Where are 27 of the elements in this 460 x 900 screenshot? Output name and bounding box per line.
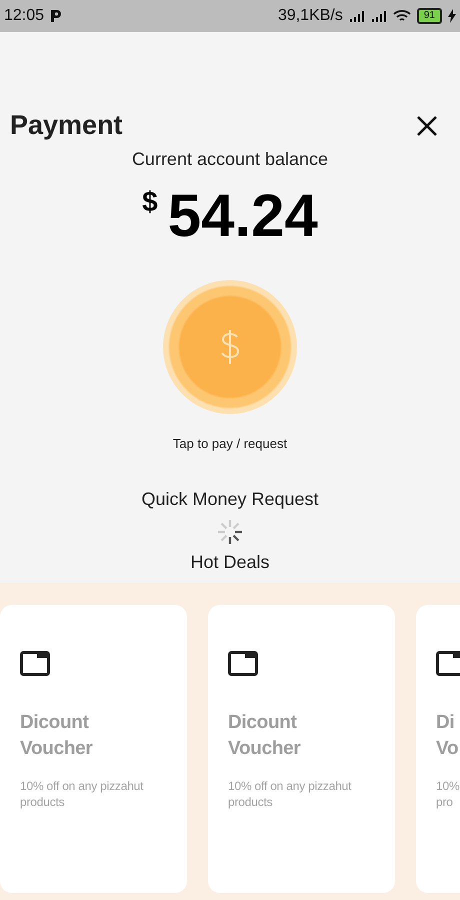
- deal-card[interactable]: Dicount Voucher 10% off on any pizzahut products: [208, 605, 395, 893]
- balance-label: Current account balance: [132, 149, 328, 170]
- deal-card[interactable]: Di Vo 10% pro: [416, 605, 460, 893]
- battery-level: 91: [416, 8, 442, 24]
- window-icon: [228, 651, 258, 676]
- currency-symbol: $: [142, 186, 158, 218]
- deal-card[interactable]: Dicount Voucher 10% off on any pizzahut products: [0, 605, 187, 893]
- wifi-icon: [392, 9, 411, 23]
- deal-title: Di Vo: [436, 711, 460, 761]
- deal-title: Dicount Voucher: [20, 711, 94, 761]
- charging-icon: [448, 9, 456, 23]
- signal-icon: [348, 10, 365, 22]
- section-title: Quick Money Request: [141, 489, 319, 510]
- pay-caption: Tap to pay / request: [172, 436, 288, 451]
- page-title: Payment: [10, 110, 123, 141]
- section-title: Hot Deals: [190, 552, 270, 573]
- window-icon: [20, 651, 50, 676]
- deal-title: Dicount Voucher: [228, 711, 302, 761]
- deal-description: 10% off on any pizzahut products: [228, 778, 352, 810]
- signal-icon: [370, 10, 387, 22]
- window-icon: [436, 651, 460, 676]
- notification-icon: [50, 9, 62, 23]
- deal-description: 10% off on any pizzahut products: [20, 778, 144, 810]
- balance-amount: 54.24: [168, 184, 318, 248]
- status-time: 12:05: [4, 7, 44, 25]
- deal-description: 10% pro: [436, 778, 460, 810]
- network-speed: 39,1KB/s: [278, 7, 343, 25]
